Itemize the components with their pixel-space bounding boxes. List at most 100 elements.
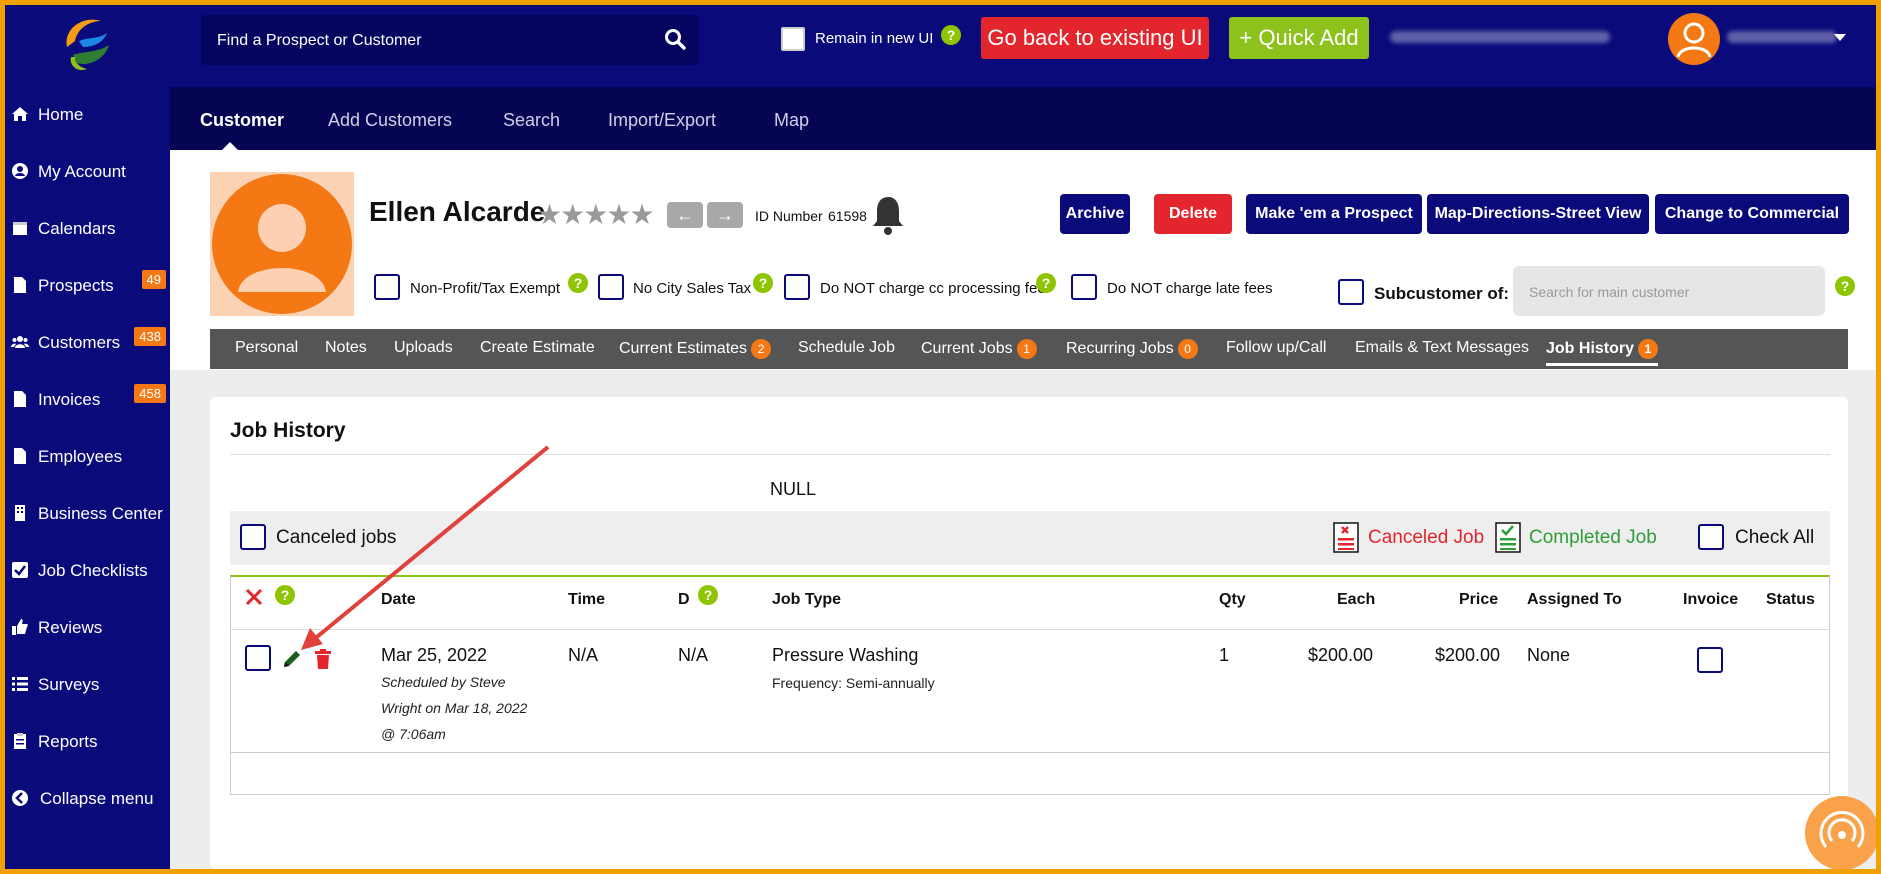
row-select-checkbox[interactable]	[245, 645, 271, 671]
subcustomer-search-input[interactable]: Search for main customer	[1513, 266, 1825, 316]
tab-current-jobs[interactable]: Current Jobs 1	[921, 339, 1037, 359]
column-header-qty[interactable]: Qty	[1219, 591, 1246, 609]
delete-selected-x-icon[interactable]	[244, 587, 264, 607]
help-icon[interactable]: ?	[1036, 273, 1056, 293]
column-header-assigned-to[interactable]: Assigned To	[1527, 591, 1622, 609]
remain-new-ui-checkbox[interactable]	[781, 27, 805, 51]
subnav-customer[interactable]: Customer	[200, 110, 284, 131]
tab-uploads[interactable]: Uploads	[394, 339, 453, 357]
job-price: $200.00	[1435, 645, 1501, 665]
check-all-label: Check All	[1735, 527, 1815, 548]
tab-current-estimates[interactable]: Current Estimates 2	[619, 339, 772, 359]
search-icon[interactable]	[663, 27, 687, 51]
search-input[interactable]: Find a Prospect or Customer	[217, 32, 422, 50]
column-header-time[interactable]: Time	[568, 591, 605, 609]
company-logo-icon[interactable]	[53, 11, 123, 75]
sidebar-item-prospects[interactable]: Prospects 49	[5, 258, 170, 314]
trash-icon[interactable]	[314, 648, 332, 670]
column-header-d[interactable]: D	[678, 591, 690, 609]
go-back-existing-ui-button[interactable]: Go back to existing UI	[981, 17, 1209, 59]
subnav-search[interactable]: Search	[503, 110, 560, 131]
change-to-commercial-button[interactable]: Change to Commercial	[1655, 194, 1849, 234]
tab-personal[interactable]: Personal	[235, 339, 298, 357]
help-icon[interactable]: ?	[698, 585, 718, 605]
sidebar-item-collapse-menu[interactable]: Collapse menu	[5, 771, 170, 827]
home-icon	[12, 107, 28, 121]
active-subnav-indicator	[222, 142, 238, 150]
check-all-checkbox[interactable]	[1698, 524, 1724, 550]
sidebar-item-my-account[interactable]: My Account	[5, 144, 170, 200]
live-support-button[interactable]	[1805, 796, 1876, 869]
canceled-jobs-checkbox[interactable]	[240, 524, 266, 550]
no-late-fees-checkbox[interactable]	[1071, 274, 1097, 300]
column-header-price[interactable]: Price	[1459, 591, 1498, 609]
map-directions-button[interactable]: Map-Directions-Street View	[1427, 194, 1649, 234]
count-badge: 0	[1177, 339, 1198, 359]
star-icon[interactable]: ★	[537, 198, 562, 231]
sidebar-item-home[interactable]: Home	[5, 87, 170, 143]
customer-name: Ellen Alcarde	[369, 196, 546, 227]
help-icon[interactable]: ?	[275, 585, 295, 605]
previous-customer-arrow-icon[interactable]: ←	[667, 202, 703, 228]
job-history-table: ? Date Time D ? Job Type Qty Each Price …	[230, 575, 1830, 795]
archive-button[interactable]: Archive	[1060, 194, 1130, 234]
tab-emails-text-messages[interactable]: Emails & Text Messages	[1355, 339, 1529, 357]
subnav-import-export[interactable]: Import/Export	[608, 110, 716, 131]
edit-pencil-icon[interactable]	[281, 648, 303, 670]
make-prospect-button[interactable]: Make 'em a Prospect	[1246, 194, 1422, 234]
tab-notes[interactable]: Notes	[325, 339, 367, 357]
column-header-each[interactable]: Each	[1337, 591, 1375, 609]
non-profit-checkbox[interactable]	[374, 274, 400, 300]
star-icon[interactable]: ★	[606, 198, 631, 231]
null-text: NULL	[770, 479, 817, 499]
column-header-invoice[interactable]: Invoice	[1683, 591, 1738, 609]
customer-avatar-icon	[238, 204, 326, 292]
sidebar-item-reviews[interactable]: Reviews	[5, 600, 170, 656]
user-avatar[interactable]	[1668, 13, 1720, 65]
delete-button[interactable]: Delete	[1154, 194, 1232, 234]
tab-recurring-jobs[interactable]: Recurring Jobs 0	[1066, 339, 1198, 359]
sidebar-item-customers[interactable]: Customers 438	[5, 315, 170, 371]
sidebar-item-job-checklists[interactable]: Job Checklists	[5, 543, 170, 599]
tab-follow-up-call[interactable]: Follow up/Call	[1226, 339, 1326, 357]
column-header-date[interactable]: Date	[381, 591, 416, 609]
customer-rating[interactable]: ★★★★★	[537, 198, 655, 231]
no-cc-fee-checkbox[interactable]	[784, 274, 810, 300]
subnav-map[interactable]: Map	[774, 110, 809, 131]
subnav-add-customers[interactable]: Add Customers	[328, 110, 452, 131]
sidebar-item-label: Customers	[38, 333, 121, 352]
canceled-job-legend: Canceled Job	[1368, 527, 1485, 548]
tab-schedule-job[interactable]: Schedule Job	[798, 339, 895, 357]
tab-create-estimate[interactable]: Create Estimate	[480, 339, 595, 357]
no-city-tax-checkbox[interactable]	[598, 274, 624, 300]
quick-add-button[interactable]: + Quick Add	[1229, 17, 1369, 59]
tab-job-history[interactable]: Job History 1	[1546, 339, 1659, 366]
customer-subnav: Customer Add Customers Search Import/Exp…	[170, 87, 1876, 150]
subcustomer-checkbox[interactable]	[1338, 279, 1364, 305]
bell-icon[interactable]	[870, 194, 906, 236]
sidebar-item-employees[interactable]: Employees	[5, 429, 170, 485]
divider	[231, 752, 1829, 753]
checkbox-icon	[12, 562, 28, 578]
sidebar-item-surveys[interactable]: Surveys	[5, 657, 170, 713]
help-icon[interactable]: ?	[568, 273, 588, 293]
invoice-checkbox[interactable]	[1697, 647, 1723, 673]
column-header-job-type[interactable]: Job Type	[772, 591, 841, 609]
search-box[interactable]: Find a Prospect or Customer	[201, 15, 699, 65]
next-customer-arrow-icon[interactable]: →	[707, 202, 743, 228]
help-icon[interactable]: ?	[941, 25, 961, 45]
building-icon	[15, 505, 25, 521]
user-menu-caret-icon[interactable]	[1834, 34, 1846, 41]
column-header-status[interactable]: Status	[1766, 591, 1815, 609]
sidebar-item-invoices[interactable]: Invoices 458	[5, 372, 170, 428]
star-icon[interactable]: ★	[583, 198, 608, 231]
help-icon[interactable]: ?	[1835, 276, 1855, 296]
sidebar-item-calendars[interactable]: Calendars	[5, 201, 170, 257]
help-icon[interactable]: ?	[753, 273, 773, 293]
star-icon[interactable]: ★	[560, 198, 585, 231]
customer-avatar	[210, 172, 354, 316]
sidebar-item-reports[interactable]: Reports	[5, 714, 170, 770]
sidebar-item-business-center[interactable]: Business Center	[5, 486, 170, 542]
star-icon[interactable]: ★	[629, 198, 654, 231]
completed-job-icon	[1495, 522, 1521, 553]
